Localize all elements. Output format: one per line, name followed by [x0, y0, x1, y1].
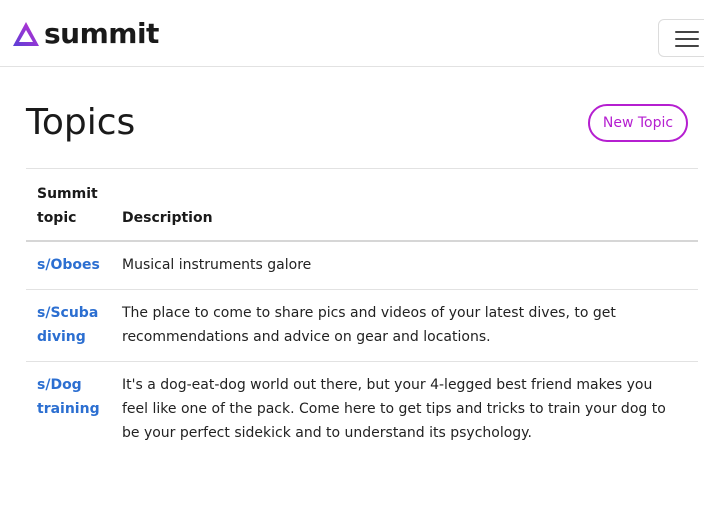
topics-table: Summit topic Description s/Oboes Musical… [26, 168, 698, 457]
page-title: Topics [26, 102, 136, 143]
table-header-row: Summit topic Description [26, 168, 698, 241]
table-row: s/Dog training It's a dog-eat-dog world … [26, 361, 698, 457]
description-cell: It's a dog-eat-dog world out there, but … [122, 376, 666, 441]
menu-toggle-button[interactable] [658, 19, 704, 57]
brand-name: summit [44, 17, 159, 50]
table-row: s/Scuba diving The place to come to shar… [26, 289, 698, 361]
column-header-description: Description [122, 209, 213, 226]
topic-cell: s/Dog training [26, 361, 111, 457]
brand-logo-link[interactable]: summit [12, 18, 159, 50]
summit-triangle-icon [13, 22, 39, 46]
new-topic-button[interactable]: New Topic [588, 104, 688, 142]
topic-link[interactable]: s/Dog training [37, 377, 100, 417]
topic-cell: s/Scuba diving [26, 289, 111, 361]
description-cell: The place to come to share pics and vide… [122, 304, 616, 345]
table-row: s/Oboes Musical instruments galore [26, 241, 698, 290]
topic-cell: s/Oboes [26, 241, 111, 290]
column-header-topic: Summit topic [37, 185, 98, 226]
description-cell: Musical instruments galore [122, 256, 312, 273]
topic-link[interactable]: s/Oboes [37, 257, 100, 273]
topic-link[interactable]: s/Scuba diving [37, 305, 98, 345]
navbar: summit [0, 0, 704, 67]
